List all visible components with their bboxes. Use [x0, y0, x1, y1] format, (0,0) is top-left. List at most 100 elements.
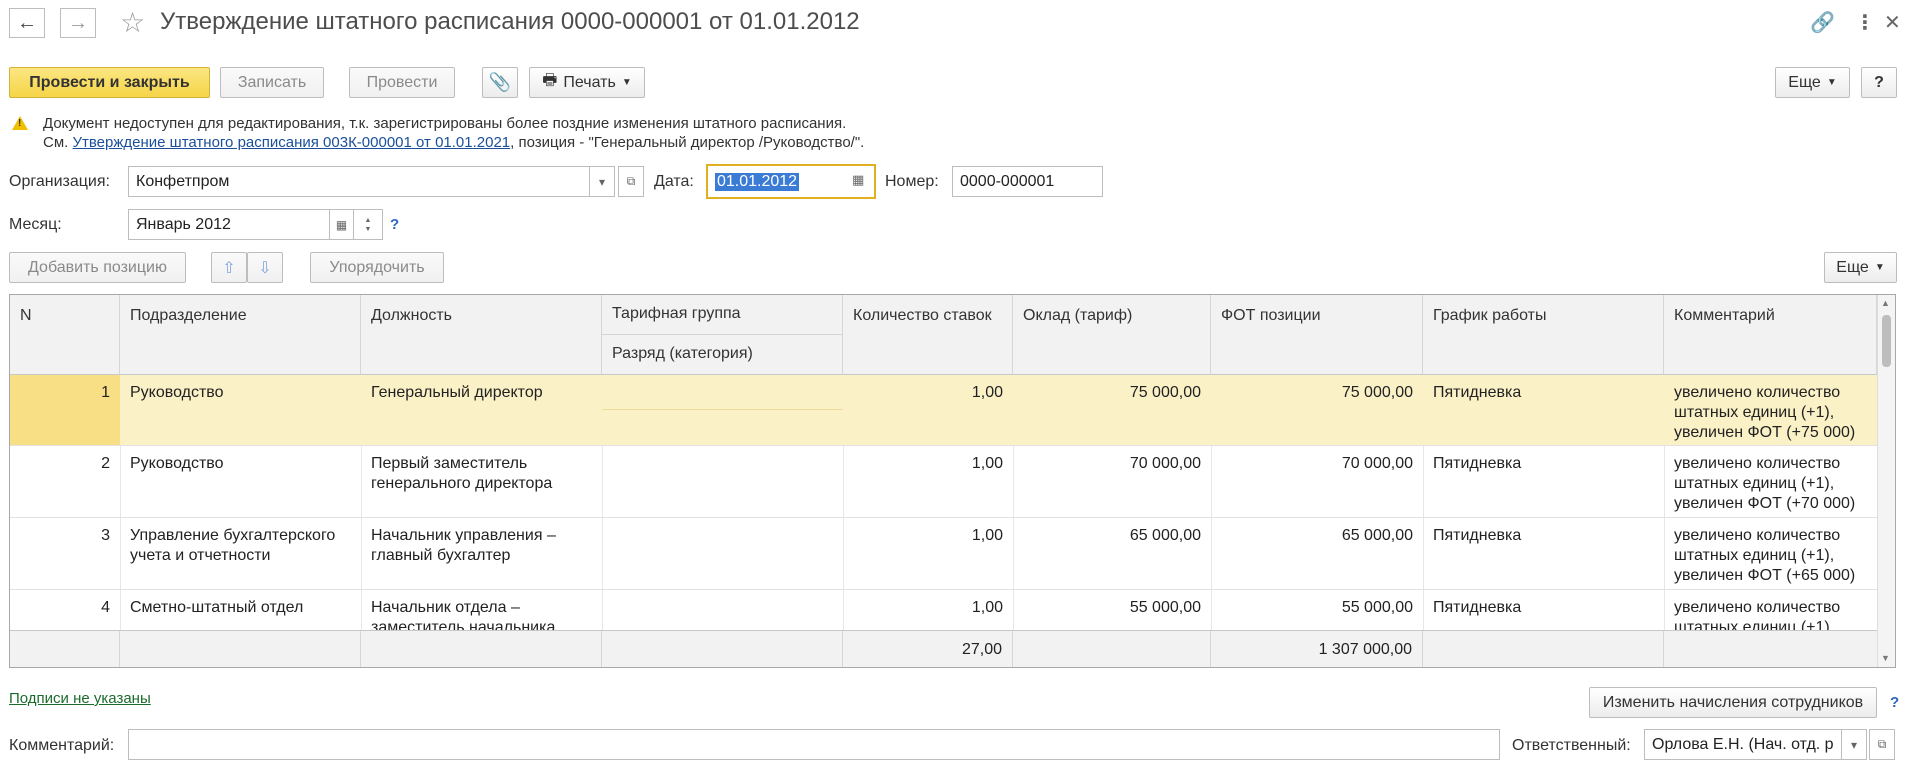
header-tariff-group[interactable]: Тарифная группа [602, 295, 843, 335]
print-button[interactable]: 🖶 Печать ▼ [529, 67, 645, 98]
post-and-close-button[interactable]: Провести и закрыть [9, 67, 210, 98]
row-rates: 1,00 [971, 384, 1003, 401]
more-label: Еще [1788, 73, 1821, 91]
row-number: 2 [101, 455, 110, 472]
row-comment: увеличено количество штатных единиц (+1)… [1674, 527, 1856, 584]
table-row[interactable]: 3 Управление бухгалтерского учета и отче… [10, 518, 1877, 590]
row-position: Генеральный директор [371, 384, 543, 401]
close-icon[interactable]: ✕ [1884, 10, 1901, 35]
row-payroll: 75 000,00 [1341, 384, 1413, 401]
header-department[interactable]: Подразделение [120, 295, 361, 375]
row-rates: 1,00 [971, 527, 1003, 544]
scroll-up-icon[interactable]: ▲ [1881, 298, 1890, 308]
scrollbar-thumb[interactable] [1882, 315, 1891, 367]
header-salary[interactable]: Оклад (тариф) [1013, 295, 1211, 375]
row-tariff-group [602, 375, 843, 410]
header-comment[interactable]: Комментарий [1664, 295, 1877, 375]
row-comment: увеличено количество штатных единиц (+1)… [1674, 455, 1856, 512]
warning-document-link[interactable]: Утверждение штатного расписания 003К-000… [72, 134, 510, 151]
menu-kebab-icon[interactable]: ⋮ [1855, 10, 1875, 35]
warning-see-label: См. [43, 134, 69, 151]
more-button[interactable]: Еще ▼ [1775, 67, 1850, 98]
save-button[interactable]: Записать [220, 67, 324, 98]
row-department: Руководство [130, 455, 224, 472]
window-title: Утверждение штатного расписания 0000-000… [160, 8, 860, 35]
total-rates: 27,00 [843, 631, 1013, 667]
organization-field[interactable]: Конфетпром [128, 166, 590, 197]
row-department: Сметно-штатный отдел [130, 599, 304, 616]
comment-label: Комментарий: [9, 737, 115, 754]
help-button[interactable]: ? [1861, 67, 1897, 98]
arrange-button[interactable]: Упорядочить [310, 252, 444, 283]
number-field[interactable]: 0000-000001 [952, 166, 1103, 197]
row-schedule: Пятидневка [1433, 384, 1522, 401]
row-position: Начальник отдела – заместитель начальник… [371, 599, 556, 630]
comment-field[interactable] [128, 729, 1500, 760]
row-schedule: Пятидневка [1433, 455, 1522, 472]
row-salary: 75 000,00 [1129, 384, 1201, 401]
organization-dropdown-button[interactable]: ▾ [589, 166, 615, 197]
date-label: Дата: [654, 173, 694, 190]
total-payroll: 1 307 000,00 [1211, 631, 1423, 667]
forward-button[interactable]: → [60, 8, 96, 38]
favorite-star-icon[interactable]: ☆ [120, 6, 145, 39]
row-number: 3 [101, 527, 110, 544]
row-salary: 65 000,00 [1129, 527, 1201, 544]
table-scrollbar[interactable]: ▲ ▼ [1877, 295, 1895, 667]
post-button[interactable]: Провести [349, 67, 455, 98]
row-position: Начальник управления – главный бухгалтер [371, 527, 556, 564]
row-payroll: 55 000,00 [1341, 599, 1413, 616]
row-schedule: Пятидневка [1433, 599, 1522, 616]
row-payroll: 70 000,00 [1341, 455, 1413, 472]
header-position[interactable]: Должность [361, 295, 602, 375]
responsible-label: Ответственный: [1512, 737, 1631, 754]
header-grade[interactable]: Разряд (категория) [602, 335, 843, 375]
arrow-up-icon: ⇧ [222, 259, 236, 277]
month-stepper[interactable]: ▲ ▼ [353, 209, 383, 240]
chevron-down-icon: ▼ [1874, 262, 1885, 273]
row-department: Руководство [130, 384, 224, 401]
link-icon[interactable]: 🔗 [1810, 10, 1835, 35]
date-field[interactable]: 01.01.2012 [706, 164, 876, 199]
responsible-dropdown-button[interactable]: ▾ [1841, 729, 1867, 760]
warning-line-1: Документ недоступен для редактирования, … [43, 115, 847, 132]
attach-button[interactable]: 📎 [482, 67, 518, 98]
warning-icon: ! [12, 116, 28, 130]
table-row[interactable]: 1 Руководство Генеральный директор 1,00 … [10, 375, 1877, 446]
organization-open-button[interactable]: ⧉ [618, 166, 644, 197]
signatures-link[interactable]: Подписи не указаны [9, 690, 151, 707]
print-label: Печать [563, 73, 616, 91]
header-payroll[interactable]: ФОТ позиции [1211, 295, 1423, 375]
header-n[interactable]: N [10, 295, 120, 375]
month-calendar-button[interactable]: ▦ [329, 209, 354, 240]
move-up-button[interactable]: ⇧ [211, 252, 247, 283]
header-rates[interactable]: Количество ставок [843, 295, 1013, 375]
header-schedule[interactable]: График работы [1423, 295, 1664, 375]
staff-positions-table[interactable]: N Подразделение Должность Тарифная групп… [9, 294, 1896, 668]
scroll-down-icon[interactable]: ▼ [1881, 653, 1890, 663]
row-number: 1 [10, 375, 120, 445]
row-schedule: Пятидневка [1433, 527, 1522, 544]
table-row[interactable]: 4 Сметно-штатный отдел Начальник отдела … [10, 590, 1877, 630]
accruals-help-icon[interactable]: ? [1890, 694, 1899, 711]
table-more-label: Еще [1836, 258, 1869, 276]
row-salary: 70 000,00 [1129, 455, 1201, 472]
responsible-field[interactable]: Орлова Е.Н. (Нач. отд. р [1644, 729, 1842, 760]
month-field[interactable]: Январь 2012 [128, 209, 330, 240]
table-row[interactable]: 2 Руководство Первый заместитель генерал… [10, 446, 1877, 518]
organization-label: Организация: [9, 173, 110, 190]
move-down-button[interactable]: ⇩ [247, 252, 283, 283]
add-position-button[interactable]: Добавить позицию [9, 252, 186, 283]
calendar-icon[interactable]: ▦ [852, 172, 864, 188]
month-help-icon[interactable]: ? [390, 216, 399, 233]
warning-position-text: , позиция - "Генеральный директор /Руков… [510, 134, 865, 151]
change-accruals-button[interactable]: Изменить начисления сотрудников [1589, 687, 1877, 718]
back-button[interactable]: ← [9, 8, 45, 38]
table-totals-row: 27,00 1 307 000,00 [10, 630, 1877, 667]
row-salary: 55 000,00 [1129, 599, 1201, 616]
arrow-down-icon: ⇩ [258, 259, 272, 277]
row-comment: увеличено количество штатных единиц (+1)… [1674, 599, 1841, 630]
responsible-open-button[interactable]: ⧉ [1869, 729, 1895, 760]
row-rates: 1,00 [971, 455, 1003, 472]
table-more-button[interactable]: Еще ▼ [1824, 252, 1897, 283]
